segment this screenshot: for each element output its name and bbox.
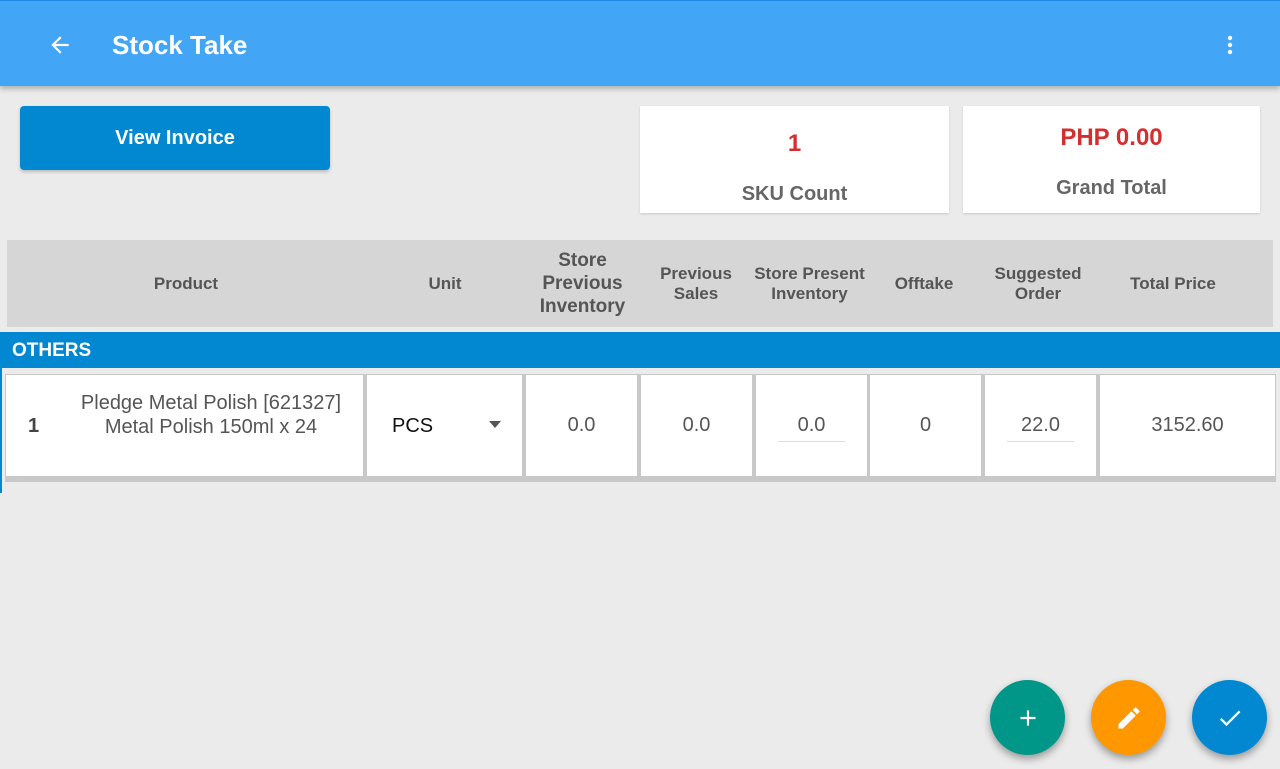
table-row: 1 Pledge Metal Polish [621327] Metal Pol… [5, 374, 1276, 482]
previous-sales-cell: 0.0 [641, 375, 752, 476]
arrow-back-icon [51, 36, 69, 54]
store-previous-inventory-value: 0.0 [567, 414, 596, 436]
grand-total-card: PHP 0.00 Grand Total [963, 106, 1260, 213]
previous-sales-value: 0.0 [682, 414, 711, 436]
pencil-icon [1118, 706, 1140, 728]
store-previous-inventory-cell: 0.0 [526, 375, 637, 476]
overflow-menu-button[interactable] [1214, 27, 1246, 63]
header-suggested-order: Suggested Order [994, 263, 1082, 303]
back-button[interactable] [40, 25, 80, 65]
unit-value: PCS [392, 415, 434, 437]
header-total-price: Total Price [1130, 273, 1216, 293]
section-divider [0, 332, 2, 493]
store-present-inventory-cell: 0.0 [756, 375, 867, 476]
total-price-value: 3152.60 [1151, 414, 1224, 436]
product-name: Pledge Metal Polish [621327] Metal Polis… [80, 392, 342, 438]
grand-total-value: PHP 0.00 [1060, 124, 1163, 151]
grand-total-label: Grand Total [1056, 177, 1167, 199]
product-cell[interactable]: 1 Pledge Metal Polish [621327] Metal Pol… [6, 375, 363, 476]
header-offtake: Offtake [894, 273, 954, 293]
header-store-previous-inventory: Store Previous Inventory [539, 250, 626, 317]
offtake-value: 0 [919, 414, 932, 436]
confirm-fab[interactable] [1192, 680, 1267, 755]
total-price-cell: 3152.60 [1100, 375, 1275, 476]
store-present-inventory-input[interactable]: 0.0 [777, 409, 846, 442]
sku-count-label: SKU Count [741, 183, 848, 205]
sku-count-value: 1 [787, 130, 802, 157]
header-product: Product [153, 273, 219, 293]
add-item-fab[interactable] [990, 680, 1065, 755]
table-header: Product Unit Store Previous Inventory Pr… [7, 240, 1273, 327]
view-invoice-button[interactable]: View Invoice [20, 106, 330, 170]
sku-count-card: 1 SKU Count [640, 106, 949, 213]
header-unit: Unit [428, 273, 462, 293]
page-title: Stock Take [112, 30, 248, 60]
header-store-present-inventory: Store Present Inventory [754, 263, 865, 303]
more-vert-icon [1227, 35, 1233, 55]
dropdown-arrow-icon [489, 421, 501, 428]
section-header: OTHERS [0, 332, 1280, 368]
offtake-cell: 0 [870, 375, 981, 476]
suggested-order-input[interactable]: 22.0 [1007, 409, 1074, 442]
check-icon [1219, 710, 1240, 726]
suggested-order-cell: 22.0 [985, 375, 1096, 476]
header-previous-sales: Previous Sales [660, 263, 732, 303]
unit-dropdown[interactable]: PCS [367, 375, 522, 476]
row-number: 1 [28, 415, 40, 437]
section-label: OTHERS [12, 340, 92, 361]
app-bar: Stock Take [0, 0, 1280, 86]
add-icon [1019, 709, 1036, 726]
edit-fab[interactable] [1091, 680, 1166, 755]
